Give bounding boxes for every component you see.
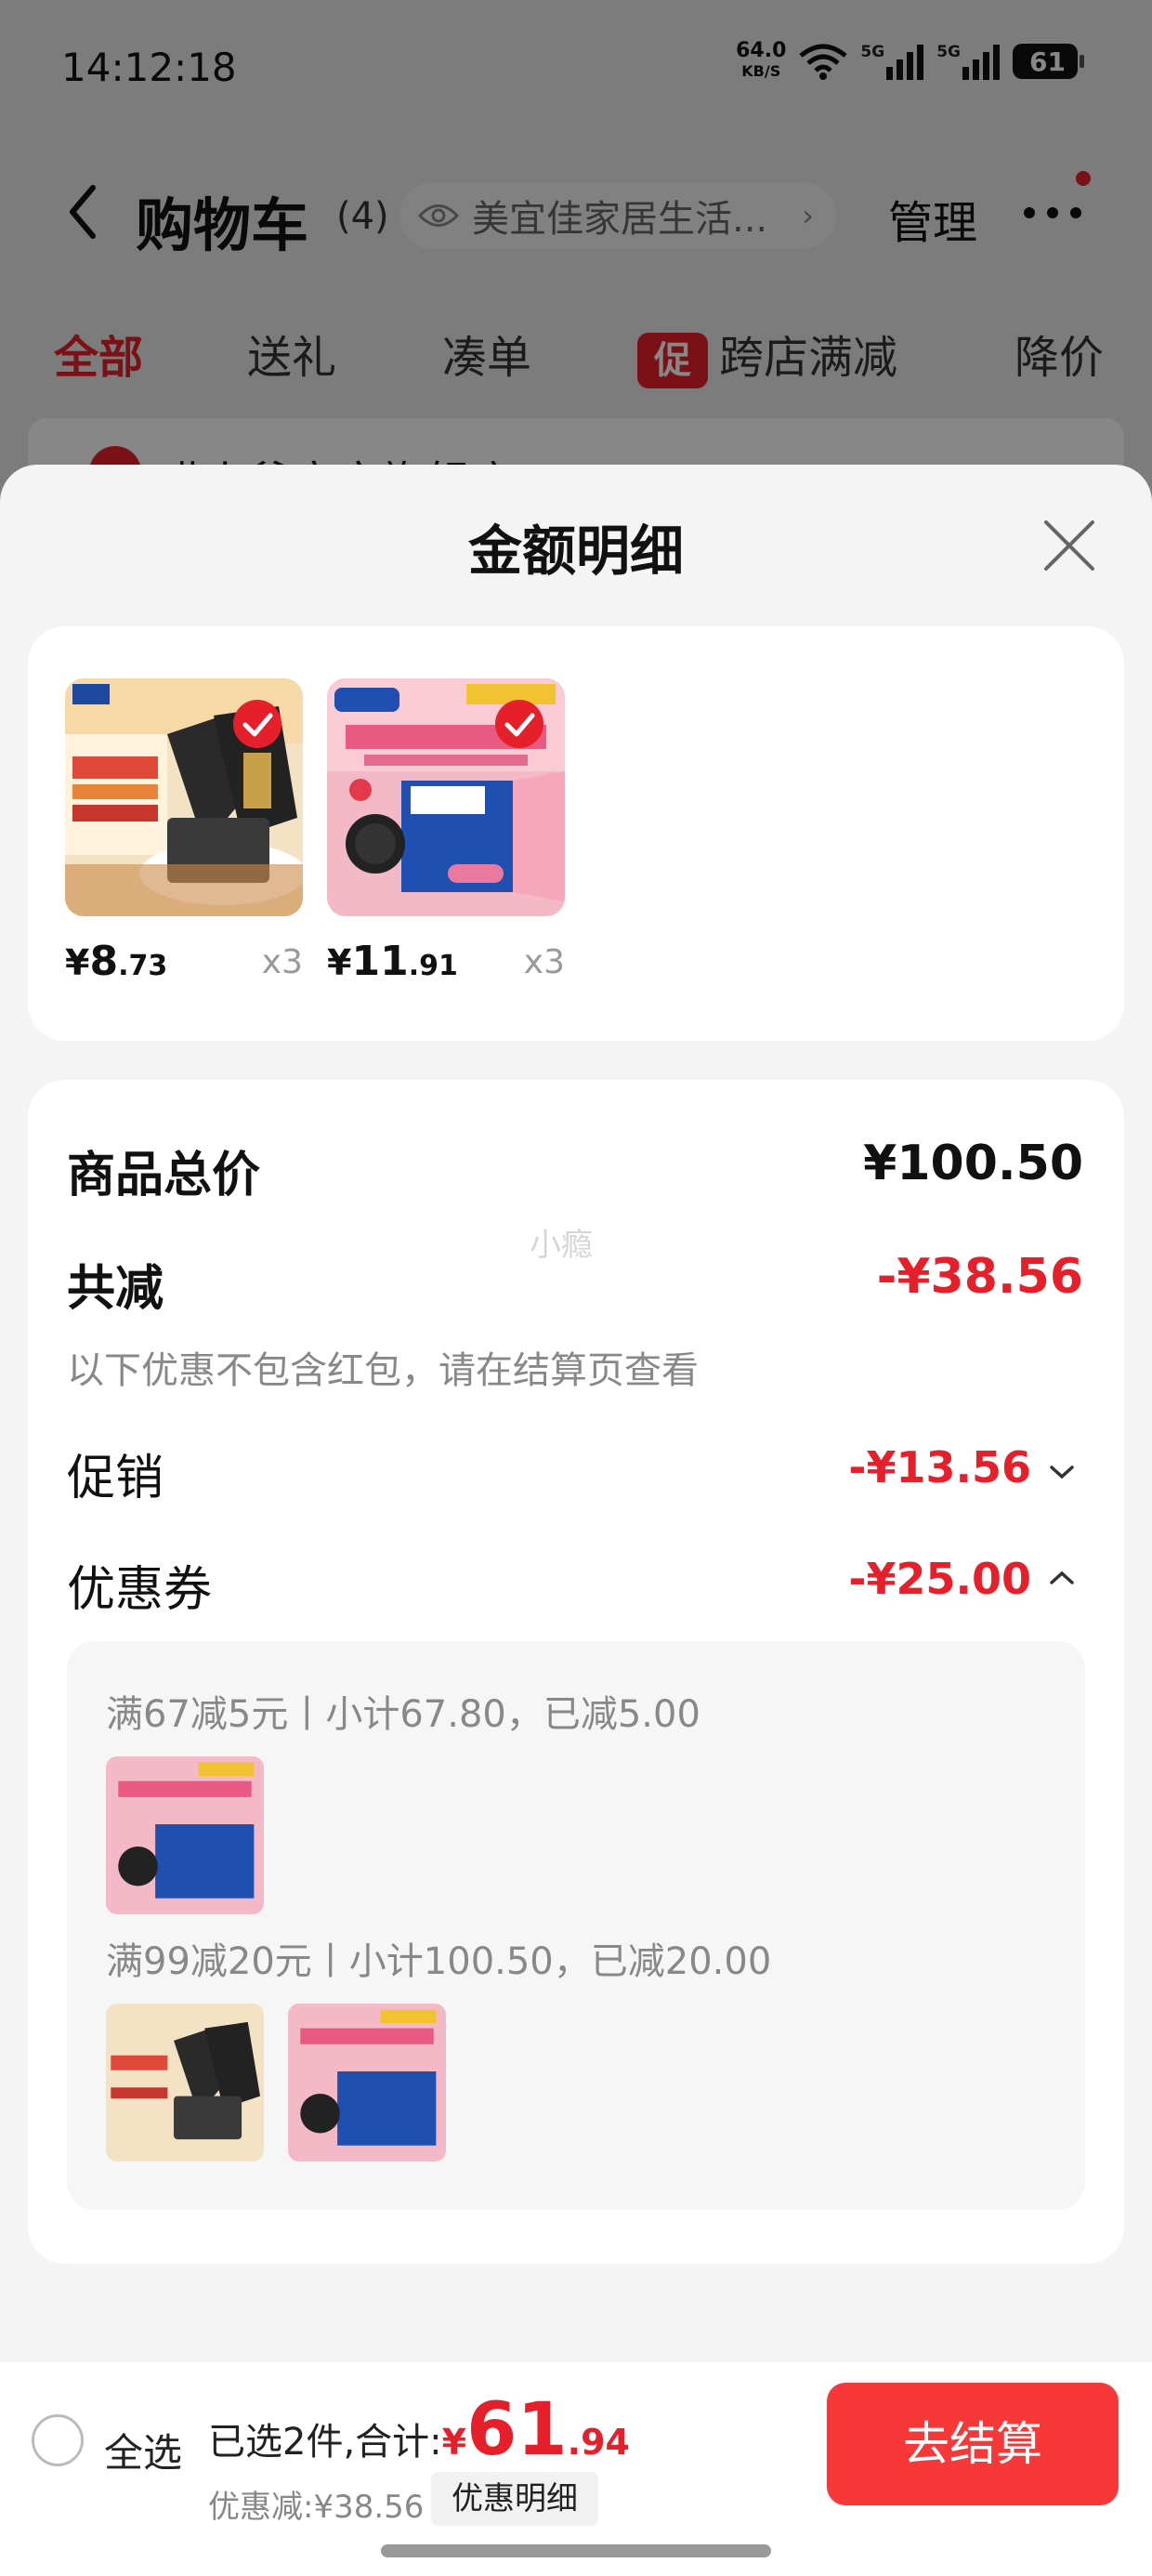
product-image-strawberry-cookie [327,678,565,916]
promo-label[interactable]: 促销 [67,1439,164,1508]
total-summary: 已选2件,合计:¥61.94 [208,2388,630,2472]
total-discount-label: 共减 [67,1261,164,1317]
coupon-product-thumb [288,2004,446,2162]
amount-detail-sheet: 金额明细 ¥8.73 x3 ¥11.91 x3 商品总价 ¥100.50 小瘾 … [0,465,1152,2576]
total-price-label: 商品总价 [67,1148,261,1203]
product-image-biscuit [65,678,303,916]
watermark: 小瘾 [530,1227,593,1264]
coupon-value[interactable]: -¥25.00 [848,1554,1031,1604]
coupon-rule: 满99减20元丨小计100.50，已减20.00 [106,1940,772,1983]
product-price: ¥8.73 [65,938,168,985]
home-indicator[interactable] [381,2544,771,2557]
coupon-rule: 满67减5元丨小计67.80，已减5.00 [106,1693,700,1736]
close-icon[interactable] [1042,519,1096,572]
coupon-product-thumb [106,1756,264,1914]
product-price: ¥11.91 [327,938,458,985]
coupon-product-thumb [106,2004,264,2162]
product-qty: x3 [523,943,565,981]
total-discount-value: -¥38.56 [876,1249,1083,1305]
discount-detail-button[interactable]: 优惠明细 [431,2472,598,2526]
price-summary-card: 商品总价 ¥100.50 小瘾 共减 -¥38.56 以下优惠不包含红包，请在结… [28,1080,1124,2264]
selected-products-card: ¥8.73 x3 ¥11.91 x3 [28,626,1124,1041]
total-amount: 61 [466,2388,568,2472]
selected-count-label: 已选2件,合计: [208,2421,442,2464]
sheet-title: 金额明细 [467,519,684,583]
chevron-down-icon[interactable] [1048,1463,1076,1481]
selected-check-icon [233,700,281,748]
select-all-label[interactable]: 全选 [104,2422,182,2478]
coupon-details: 满67减5元丨小计67.80，已减5.00 满99减20元丨小计100.50，已… [67,1641,1085,2210]
chevron-up-icon[interactable] [1048,1569,1076,1587]
discount-summary: 优惠减:¥38.56 [208,2489,425,2526]
total-price-value: ¥100.50 [863,1136,1083,1191]
product-qty: x3 [261,943,303,981]
selected-check-icon [495,700,543,748]
checkout-button[interactable]: 去结算 [827,2383,1119,2505]
product-item[interactable]: ¥8.73 x3 [65,678,303,985]
discount-note: 以下优惠不包含红包，请在结算页查看 [67,1349,699,1392]
coupon-label[interactable]: 优惠券 [67,1550,212,1620]
select-all-checkbox[interactable] [32,2414,84,2466]
product-item[interactable]: ¥11.91 x3 [327,678,565,985]
promo-value[interactable]: -¥13.56 [848,1442,1031,1492]
